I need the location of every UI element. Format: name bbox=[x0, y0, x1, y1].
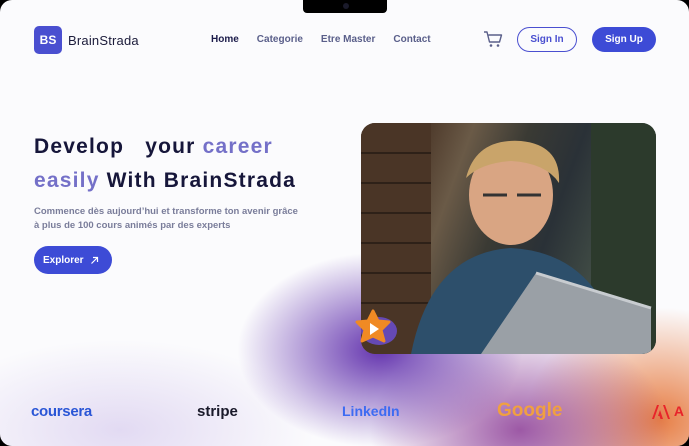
partner-logos: coursera stripe LinkedIn Google A bbox=[0, 395, 689, 431]
logo-badge: BS bbox=[34, 26, 62, 54]
explore-button[interactable]: Explorer bbox=[34, 246, 112, 274]
cart-icon[interactable] bbox=[483, 30, 503, 48]
google-logo: Google bbox=[497, 400, 563, 421]
stripe-logo: stripe bbox=[197, 403, 238, 420]
sign-in-button[interactable]: Sign In bbox=[517, 27, 577, 52]
hero-with-brainstrada: With BrainStrada bbox=[106, 169, 297, 192]
hero-photo bbox=[361, 123, 656, 354]
logo-text: BrainStrada bbox=[68, 32, 139, 48]
coursera-logo: coursera bbox=[31, 403, 92, 420]
linkedin-logo: LinkedIn bbox=[342, 403, 400, 419]
hero-word-easily: easily bbox=[34, 169, 100, 192]
nav-etre-master[interactable]: Etre Master bbox=[321, 34, 375, 45]
nav-categorie[interactable]: Categorie bbox=[257, 34, 303, 45]
hero-subtitle-line1: Commence dès aujourd’hui et transforme t… bbox=[34, 206, 298, 217]
adobe-text: A bbox=[673, 403, 685, 419]
hero-word-career: career bbox=[202, 135, 273, 158]
adobe-icon bbox=[652, 405, 670, 419]
camera-notch bbox=[303, 0, 387, 13]
hero-word-your: your bbox=[145, 135, 196, 158]
hero-subtitle-line2: à plus de 100 cours animés par des exper… bbox=[34, 219, 231, 231]
nav-home[interactable]: Home bbox=[211, 34, 239, 45]
hero-word-develop: Develop bbox=[34, 135, 125, 158]
main-nav: Home Categorie Etre Master Contact bbox=[211, 34, 449, 45]
sign-up-button[interactable]: Sign Up bbox=[592, 27, 656, 52]
hero-title: Develop your career easily With BrainStr… bbox=[34, 130, 296, 198]
app-frame: BS BrainStrada Home Categorie Etre Maste… bbox=[0, 0, 689, 446]
arrow-up-right-icon bbox=[90, 256, 98, 264]
nav-contact[interactable]: Contact bbox=[393, 34, 430, 45]
explore-label: Explorer bbox=[43, 254, 84, 266]
linkedin-text: LinkedIn bbox=[342, 403, 400, 419]
hero-subtitle: Commence dès aujourd’hui et transforme t… bbox=[34, 205, 349, 232]
play-badge-icon[interactable] bbox=[349, 307, 397, 351]
adobe-logo: A bbox=[652, 403, 684, 422]
brand-logo[interactable]: BS BrainStrada bbox=[34, 26, 139, 54]
